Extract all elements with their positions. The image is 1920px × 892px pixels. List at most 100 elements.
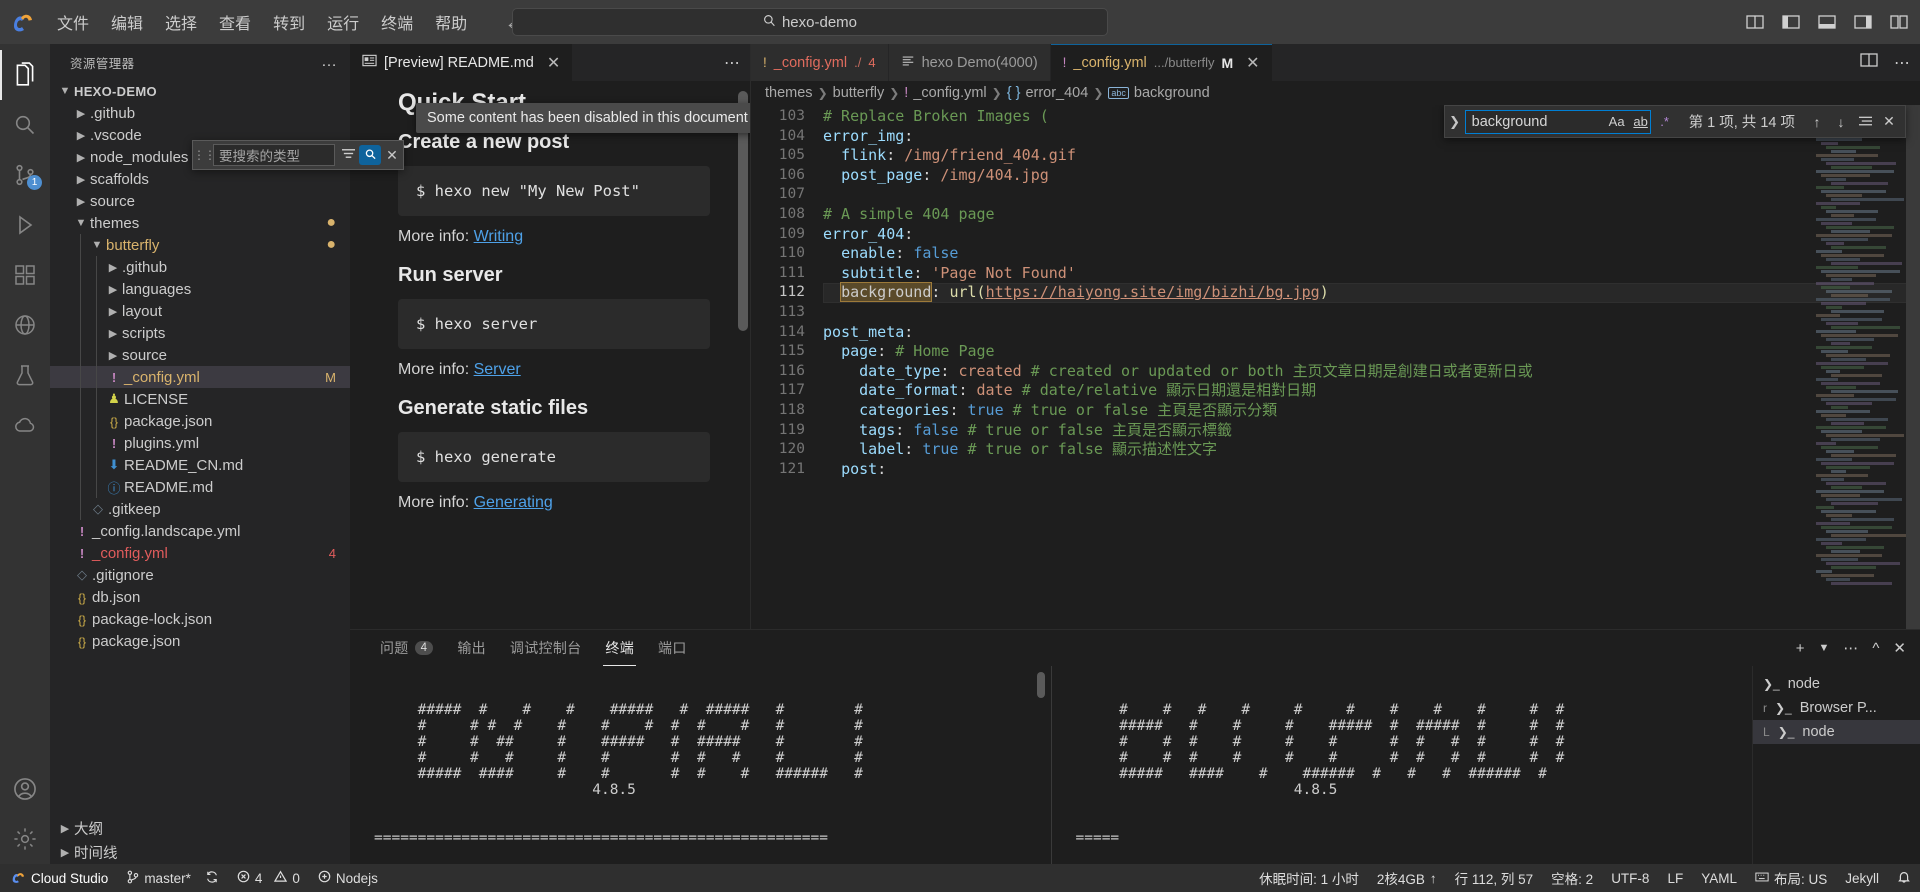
tree-item--github[interactable]: ▶ .github — [50, 102, 350, 124]
tree-item-db-json[interactable]: {} db.json — [50, 586, 350, 608]
activity-test[interactable] — [0, 350, 50, 400]
drag-grip-icon[interactable]: ⋮⋮ — [193, 148, 216, 162]
activity-extensions[interactable] — [0, 250, 50, 300]
tree-item-themes[interactable]: ▼ themes ● — [50, 212, 350, 234]
terminal-list-item-node-2[interactable]: L ❯_ node — [1753, 720, 1920, 744]
menu-go[interactable]: 转到 — [262, 6, 316, 38]
status-bell[interactable] — [1888, 864, 1920, 892]
tree-item-plugins-yml[interactable]: ! plugins.yml — [50, 432, 350, 454]
tree-item-package-json[interactable]: {} package.json — [50, 410, 350, 432]
close-panel-icon[interactable]: ✕ — [1893, 639, 1906, 657]
tab-config-butterfly[interactable]: ! _config.yml .../butterfly M ✕ — [1050, 44, 1273, 81]
status-keyboard-layout[interactable]: 布局: US — [1746, 864, 1836, 892]
sync-icon[interactable] — [205, 870, 219, 887]
filter-icon[interactable] — [337, 147, 359, 163]
toggle-panel-icon[interactable] — [1816, 11, 1838, 33]
activity-search[interactable] — [0, 100, 50, 150]
match-whole-word-icon[interactable]: ab — [1631, 112, 1651, 132]
close-icon[interactable]: ✕ — [381, 147, 403, 164]
terminal-list-item-node-1[interactable]: ❯_ node — [1753, 672, 1920, 696]
customize-layout-icon[interactable] — [1888, 11, 1910, 33]
code-editor[interactable]: 103 104 105 106 107 108 109 110 111 112 113 114 115 1… — [751, 105, 1920, 629]
terminal-right[interactable]: # # # # # # # # # # # ##### # # # ##### … — [1052, 666, 1753, 864]
status-runtime[interactable]: Nodejs — [309, 864, 387, 892]
panel-tab-problems[interactable]: 问题 4 — [368, 630, 445, 666]
panel-tab-debug-console[interactable]: 调试控制台 — [498, 630, 594, 666]
tree-item-source[interactable]: ▶ source — [50, 344, 350, 366]
code-line[interactable]: post: — [823, 460, 1920, 480]
terminal-list-item-browser-preview[interactable]: r ❯_ Browser P... — [1753, 696, 1920, 720]
activity-remote-explorer[interactable] — [0, 300, 50, 350]
find-next-icon[interactable]: ↓ — [1829, 110, 1853, 134]
editor-scrollbar[interactable] — [1906, 105, 1920, 629]
link-server[interactable]: Server — [474, 361, 521, 378]
tree-item-package-lock-json[interactable]: {} package-lock.json — [50, 608, 350, 630]
code-line[interactable]: enable: false — [823, 244, 1920, 264]
status-branch[interactable]: master* — [117, 864, 228, 892]
tab-hexo-demo[interactable]: hexo Demo(4000) — [888, 44, 1051, 81]
activity-accounts[interactable] — [0, 764, 50, 814]
quick-open-input[interactable]: hexo-demo — [512, 8, 1108, 36]
use-regex-icon[interactable]: .* — [1655, 112, 1675, 132]
toggle-primary-sidebar-icon[interactable] — [1780, 11, 1802, 33]
tab-config-root[interactable]: ! _config.yml ./ 4 — [751, 44, 889, 81]
tree-item-languages[interactable]: ▶ languages — [50, 278, 350, 300]
tree-item--config-landscape-yml[interactable]: ! _config.landscape.yml — [50, 520, 350, 542]
terminal-left[interactable]: ##### # # # ##### # ##### # # # # # # # … — [350, 666, 1051, 864]
activity-explorer[interactable] — [0, 50, 50, 100]
status-cursor-position[interactable]: 行 112, 列 57 — [1446, 864, 1543, 892]
panel-tab-output[interactable]: 输出 — [445, 630, 498, 666]
panel-tab-terminal[interactable]: 终端 — [593, 630, 646, 666]
tree-item-layout[interactable]: ▶ layout — [50, 300, 350, 322]
activity-cloud[interactable] — [0, 400, 50, 450]
tree-item--config-yml[interactable]: ! _config.yml M — [50, 366, 350, 388]
chevron-down-icon[interactable]: ▼ — [1818, 642, 1829, 654]
breadcrumb-background[interactable]: background — [1134, 85, 1210, 101]
section-outline[interactable]: ▶ 大纲 — [50, 816, 350, 840]
activity-settings[interactable] — [0, 814, 50, 864]
code-line[interactable]: flink: /img/friend_404.gif — [823, 146, 1920, 166]
toggle-secondary-sidebar-icon[interactable] — [1852, 11, 1874, 33]
activity-run-debug[interactable] — [0, 200, 50, 250]
match-case-icon[interactable]: Aa — [1607, 112, 1627, 132]
menu-terminal[interactable]: 终端 — [370, 6, 424, 38]
status-sleep-time[interactable]: 休眠时间: 1 小时 — [1250, 864, 1368, 892]
code-line[interactable]: date_format: date # date/relative 顯示日期還是… — [823, 381, 1920, 401]
panel-tab-ports[interactable]: 端口 — [646, 630, 699, 666]
code-line[interactable]: page: # Home Page — [823, 342, 1920, 362]
filter-on-icon[interactable] — [359, 145, 381, 165]
status-eol[interactable]: LF — [1658, 864, 1692, 892]
breadcrumb-butterfly[interactable]: butterfly — [833, 85, 885, 101]
close-icon[interactable]: ✕ — [1877, 110, 1901, 134]
tree-item--github[interactable]: ▶ .github — [50, 256, 350, 278]
link-writing[interactable]: Writing — [474, 228, 524, 245]
close-icon[interactable]: ✕ — [1246, 53, 1259, 73]
tree-item-license[interactable]: ♟ LICENSE — [50, 388, 350, 410]
menu-view[interactable]: 查看 — [208, 6, 262, 38]
explorer-more-actions-icon[interactable]: … — [321, 53, 338, 71]
more-actions-icon[interactable]: ⋯ — [1843, 639, 1858, 657]
tree-item--gitignore[interactable]: ◇ .gitignore — [50, 564, 350, 586]
tree-item--config-yml[interactable]: ! _config.yml 4 — [50, 542, 350, 564]
menu-selection[interactable]: 选择 — [154, 6, 208, 38]
toggle-replace-icon[interactable]: ❯ — [1445, 114, 1465, 130]
tree-root-hexo-demo[interactable]: ▼ HEXO-DEMO — [50, 80, 350, 102]
status-jekyll[interactable]: Jekyll — [1836, 864, 1888, 892]
tree-item--gitkeep[interactable]: ◇ .gitkeep — [50, 498, 350, 520]
status-indentation[interactable]: 空格: 2 — [1542, 864, 1602, 892]
status-encoding[interactable]: UTF-8 — [1602, 864, 1658, 892]
menu-file[interactable]: 文件 — [46, 6, 100, 38]
section-timeline[interactable]: ▶ 时间线 — [50, 840, 350, 864]
find-in-selection-icon[interactable] — [1853, 110, 1877, 134]
menu-run[interactable]: 运行 — [316, 6, 370, 38]
explorer-filter-input[interactable]: 要搜索的类型 — [213, 144, 335, 166]
code-line[interactable]: tags: false # true or false 主頁是否顯示標籤 — [823, 421, 1920, 441]
status-cloud-studio[interactable]: Cloud Studio — [0, 864, 118, 892]
menu-help[interactable]: 帮助 — [424, 6, 478, 38]
terminal-left-scrollbar[interactable] — [1036, 672, 1045, 698]
code-line[interactable]: categories: true # true or false 主頁是否顯示分… — [823, 401, 1920, 421]
explorer-type-filter[interactable]: ⋮⋮ 要搜索的类型 ✕ — [192, 140, 404, 170]
code-line[interactable]: label: true # true or false 顯示描述性文字 — [823, 440, 1920, 460]
link-generating[interactable]: Generating — [474, 494, 553, 511]
find-widget[interactable]: ❯ background Aa ab .* 第 1 项, 共 14 项 ↑ ↓ … — [1443, 105, 1906, 138]
